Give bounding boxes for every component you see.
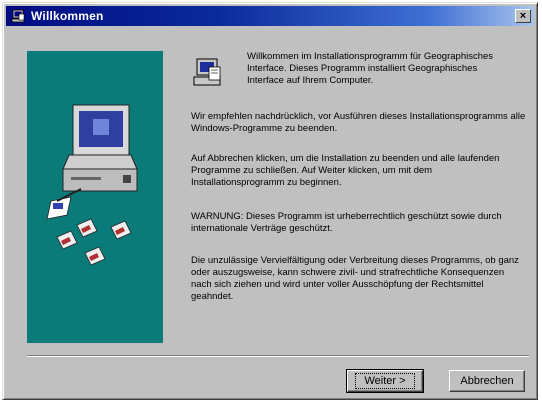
window-title: Willkommen	[31, 9, 104, 23]
button-separator	[27, 355, 529, 357]
legal-text: Die unzulässige Vervielfältigung oder Ve…	[191, 255, 519, 302]
next-button[interactable]: Weiter >	[346, 369, 424, 393]
recommendation-text: Wir empfehlen nachdrücklich, vor Ausführ…	[191, 111, 526, 134]
close-icon: ×	[519, 10, 527, 22]
setup-icon	[11, 9, 25, 23]
cancel-button-label: Abbrechen	[460, 375, 514, 387]
instructions-text: Auf Abbrechen klicken, um die Installati…	[191, 153, 500, 188]
warning-text: WARNUNG: Dieses Programm ist urheberrech…	[191, 211, 502, 234]
intro-text: Willkommen im Installationsprogramm für …	[247, 51, 494, 86]
installer-dialog: Willkommen × Willkommen im Installations…	[2, 2, 538, 400]
cancel-button[interactable]: Abbrechen	[449, 370, 525, 392]
next-button-label: Weiter >	[355, 373, 415, 389]
close-button[interactable]: ×	[515, 9, 531, 23]
title-bar[interactable]: Willkommen ×	[6, 6, 534, 26]
computer-illustration	[46, 104, 138, 266]
setup-computer-icon	[193, 58, 221, 86]
welcome-banner	[27, 51, 163, 343]
